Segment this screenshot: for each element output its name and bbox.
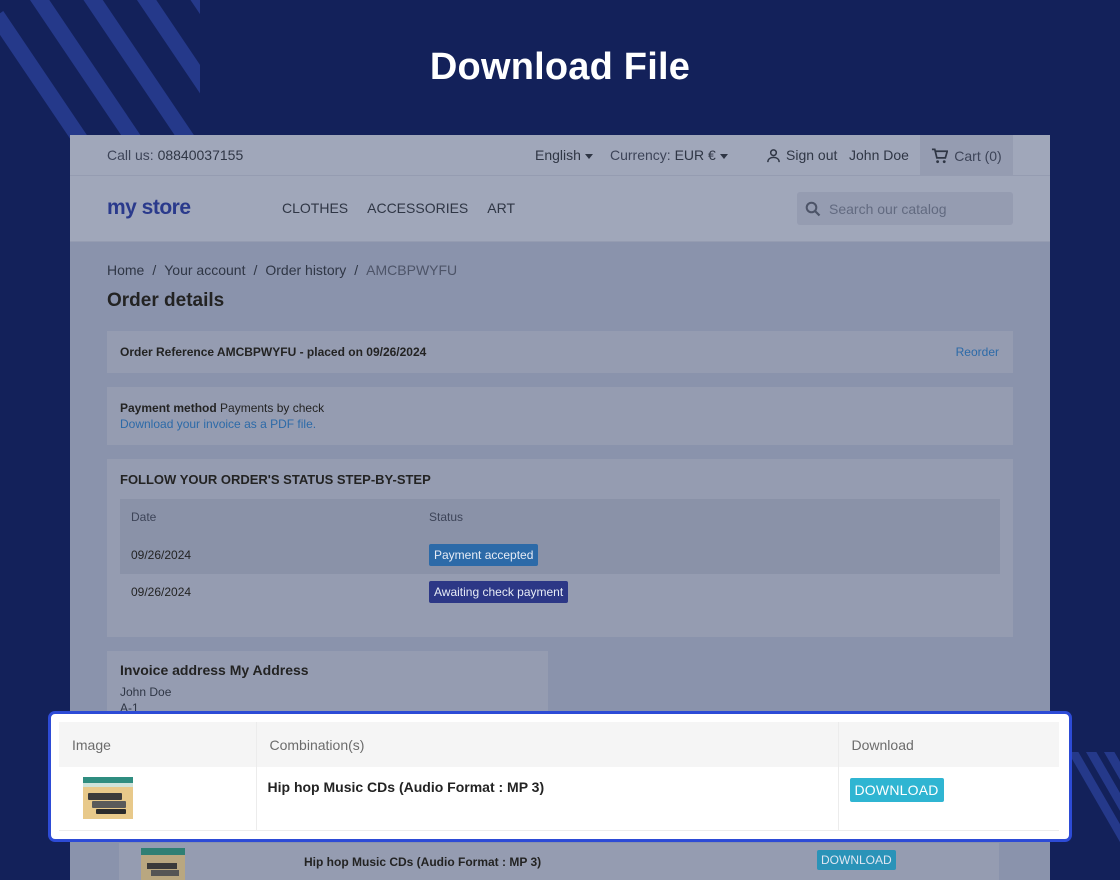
breadcrumb-separator: / <box>152 262 157 278</box>
table-row: Hip hop Music CDs (Audio Format : MP 3) … <box>59 767 1059 831</box>
nav-clothes[interactable]: CLOTHES <box>282 200 348 216</box>
product-thumbnail <box>141 848 185 880</box>
breadcrumb-separator: / <box>354 262 359 278</box>
sign-out-label: Sign out <box>786 147 838 163</box>
order-reference-text: Order Reference AMCBPWYFU - placed on 09… <box>120 345 427 359</box>
downloads-table: Image Combination(s) Download Hip hop Mu… <box>59 722 1059 831</box>
store-logo[interactable]: my store <box>107 196 191 220</box>
logo-text: my store <box>107 196 191 219</box>
language-selector[interactable]: English <box>535 147 593 163</box>
address-line: John Doe <box>120 685 172 699</box>
account-name-link[interactable]: John Doe <box>849 147 909 163</box>
table-row: 09/26/2024 Payment accepted <box>120 535 1000 573</box>
payment-method-label: Payment method <box>120 401 217 415</box>
status-table-header: Date Status <box>120 499 1000 536</box>
download-cell: DOWNLOAD <box>838 767 1059 831</box>
status-date: 09/26/2024 <box>120 572 418 610</box>
store-header: my store CLOTHES ACCESSORIES ART <box>70 176 1050 242</box>
column-header-status: Status <box>418 499 1000 536</box>
search-icon <box>805 201 821 216</box>
main-nav: CLOTHES ACCESSORIES ART <box>282 200 515 216</box>
payment-card: Payment method Payments by check Downloa… <box>107 387 1013 445</box>
status-table: Date Status 09/26/2024 Payment accepted … <box>120 499 1000 610</box>
breadcrumb-current: AMCBPWYFU <box>366 262 458 278</box>
currency-selector[interactable]: Currency: EUR € <box>610 147 728 163</box>
hero-title: Download File <box>429 46 691 88</box>
faded-download-button[interactable]: DOWNLOAD <box>817 850 896 870</box>
column-header-combination: Combination(s) <box>256 722 839 767</box>
cart-label: Cart (0) <box>954 147 1002 164</box>
cart-icon <box>932 148 949 163</box>
breadcrumb-separator: / <box>253 262 258 278</box>
currency-value: EUR € <box>674 147 716 163</box>
faded-download-row: Hip hop Music CDs (Audio Format : MP 3) … <box>119 843 999 880</box>
nav-accessories[interactable]: ACCESSORIES <box>367 200 468 216</box>
top-bar: Call us: 08840037155 English Currency: E… <box>70 135 1050 176</box>
breadcrumb: Home / Your account / Order history / AM… <box>107 262 457 278</box>
search-input[interactable] <box>829 200 999 217</box>
breadcrumb-order-history[interactable]: Order history <box>265 262 346 278</box>
payment-method-value: Payments by check <box>220 401 325 415</box>
breadcrumb-home[interactable]: Home <box>107 262 144 278</box>
language-value: English <box>535 147 581 163</box>
download-highlight-panel: Image Combination(s) Download Hip hop Mu… <box>48 711 1072 842</box>
page-title: Order details <box>107 290 225 311</box>
combination-cell: Hip hop Music CDs (Audio Format : MP 3) <box>256 767 839 831</box>
payment-method: Payment method Payments by check <box>120 401 324 415</box>
column-header-image: Image <box>59 722 257 767</box>
order-reference-card: Order Reference AMCBPWYFU - placed on 09… <box>107 331 1013 373</box>
invoice-address-heading: Invoice address My Address <box>120 662 309 678</box>
breadcrumb-account[interactable]: Your account <box>164 262 245 278</box>
order-status-card: FOLLOW YOUR ORDER'S STATUS STEP-BY-STEP … <box>107 459 1013 637</box>
reorder-link[interactable]: Reorder <box>956 345 999 359</box>
call-us-label: Call us: <box>107 147 154 163</box>
nav-art[interactable]: ART <box>487 200 515 216</box>
status-badge: Awaiting check payment <box>429 580 569 603</box>
table-row: 09/26/2024 Awaiting check payment <box>120 572 1000 610</box>
chevron-down-icon <box>584 153 593 159</box>
chevron-down-icon <box>719 153 728 159</box>
contact-info: Call us: 08840037155 <box>107 147 243 163</box>
download-button[interactable]: DOWNLOAD <box>849 778 944 802</box>
cart-button[interactable]: Cart (0) <box>920 135 1013 176</box>
invoice-download-link[interactable]: Download your invoice as a PDF file. <box>120 417 316 431</box>
column-header-date: Date <box>120 499 418 536</box>
status-cell: Awaiting check payment <box>418 572 1000 610</box>
currency-label: Currency: <box>610 147 671 163</box>
phone-number: 08840037155 <box>157 147 244 163</box>
status-cell: Payment accepted <box>418 535 1000 573</box>
column-header-download: Download <box>838 722 1059 767</box>
user-icon <box>767 148 780 162</box>
status-badge: Payment accepted <box>429 543 539 566</box>
downloads-table-header: Image Combination(s) Download <box>59 722 1059 767</box>
status-date: 09/26/2024 <box>120 535 418 573</box>
status-heading: FOLLOW YOUR ORDER'S STATUS STEP-BY-STEP <box>120 472 431 487</box>
search-box <box>797 192 1013 225</box>
faded-combination: Hip hop Music CDs (Audio Format : MP 3) <box>304 855 542 869</box>
product-thumbnail[interactable] <box>83 777 133 819</box>
sign-out-link[interactable]: Sign out <box>766 147 837 163</box>
image-cell <box>59 767 257 831</box>
